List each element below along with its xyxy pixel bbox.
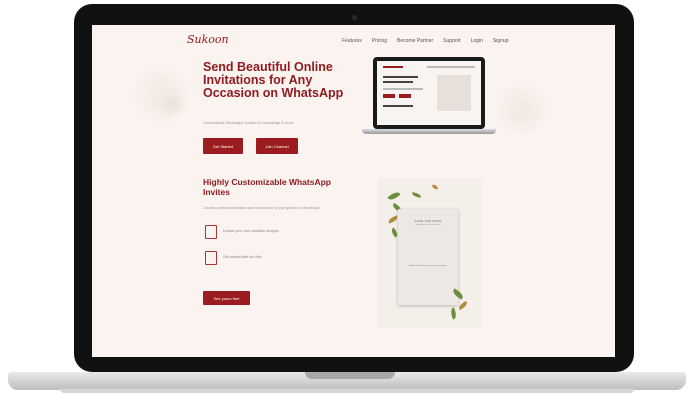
laptop-screen: Sukoon Features Pricing Become Partner S… xyxy=(92,25,615,357)
section-description: Create a personal invitation card and se… xyxy=(203,206,320,210)
nav-signup[interactable]: Signup xyxy=(493,38,509,44)
nav-login[interactable]: Login xyxy=(471,38,483,44)
hero-subtitle: Customized WhatsApp invites for weddings… xyxy=(203,120,294,125)
laptop-foot xyxy=(60,389,634,393)
brand-logo[interactable]: Sukoon xyxy=(187,33,229,46)
files-icon xyxy=(205,251,217,265)
card-subheading: Together with their families xyxy=(415,224,441,226)
nav-pricing[interactable]: Pricing xyxy=(372,38,387,44)
join-channel-button[interactable]: Join Channel xyxy=(256,138,298,154)
card-body-text: Request the pleasure of your company xyxy=(409,265,447,267)
section-title: Highly Customizable WhatsApp Invites xyxy=(203,177,331,197)
feature-upload-text: Upload your own invitation designs xyxy=(223,229,279,233)
mockup-laptop-base xyxy=(362,129,496,134)
see-yours-free-button[interactable]: See yours free xyxy=(203,291,250,305)
get-started-button[interactable]: Get Started xyxy=(203,138,243,154)
floral-decoration xyxy=(152,95,192,115)
laptop-notch xyxy=(305,372,395,379)
upload-design-icon xyxy=(205,225,217,239)
card-heading: SAVE THE DATE xyxy=(414,219,442,223)
floral-decoration xyxy=(132,65,192,125)
camera-icon xyxy=(352,15,357,20)
nav-features[interactable]: Features xyxy=(342,38,362,44)
top-nav: Features Pricing Become Partner Support … xyxy=(342,38,509,44)
feature-files-text: Get started with our files xyxy=(223,255,262,259)
nav-become-partner[interactable]: Become Partner xyxy=(397,38,433,44)
mockup-screen xyxy=(377,61,481,125)
nav-support[interactable]: Support xyxy=(443,38,461,44)
floral-decoration xyxy=(492,85,552,135)
hero-title: Send Beautiful Online Invitations for An… xyxy=(203,60,344,100)
